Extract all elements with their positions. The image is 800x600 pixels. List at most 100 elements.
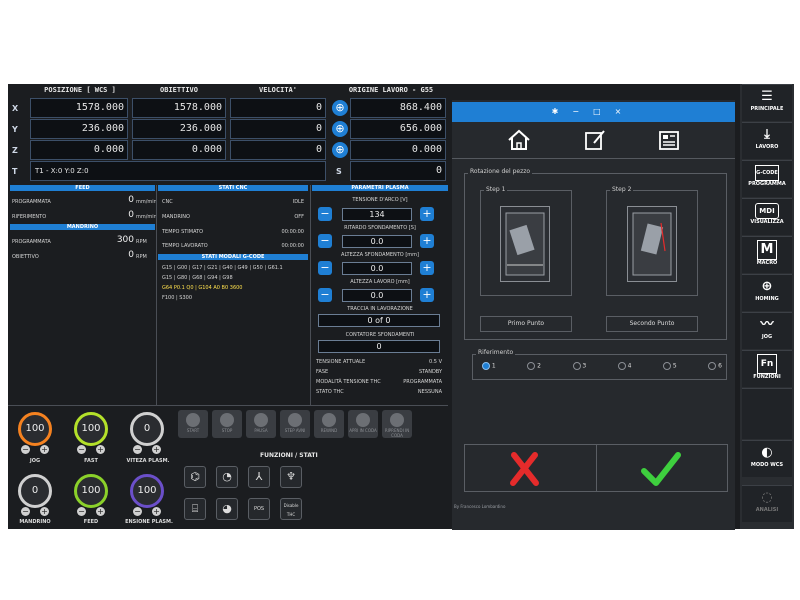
sidebar-lavoro[interactable]: ⤓ LAVORO — [742, 122, 792, 159]
dial-feed-minus[interactable]: − — [77, 507, 86, 516]
edit-icon[interactable] — [582, 128, 608, 152]
list-icon[interactable] — [656, 128, 682, 152]
sidebar-macro-label: MACRO — [756, 260, 778, 266]
dial-feed-label: FEED — [83, 519, 99, 525]
sidebar-empty — [742, 388, 792, 439]
dial-velocita-plasma-plus[interactable]: + — [152, 445, 161, 454]
sidebar-jog[interactable]: 〰 JOG — [742, 312, 792, 349]
dial-jog-label: JOG — [29, 458, 41, 464]
disable-thc-icon[interactable]: Disable THC — [280, 498, 302, 520]
gauge-icon[interactable]: ◔ — [216, 466, 238, 488]
dial-fast-plus[interactable]: + — [96, 445, 105, 454]
sidebar-principale[interactable]: ☰ PRINCIPALE — [742, 84, 792, 121]
sidebar-macro[interactable]: M MACRO — [742, 236, 792, 273]
dial-feed[interactable]: 100 — [74, 474, 108, 508]
pos-icon[interactable]: POS — [248, 498, 270, 520]
dialog-footer: By Francesco Lombardino — [454, 504, 506, 509]
riprendi-in-coda-button[interactable]: RIPRENDI IN CODA — [382, 410, 412, 438]
sidebar-homing[interactable]: ⊕ HOMING — [742, 274, 792, 311]
dial-jog[interactable]: 100 — [18, 412, 52, 446]
dial-velocita-plasma-label: VITEZA PLASM. — [126, 458, 170, 464]
rewind-button[interactable]: REWIND — [314, 410, 344, 438]
radio-2-label: 2 — [537, 362, 541, 370]
radio-5-label: 5 — [672, 362, 677, 370]
dial-mandrino-minus[interactable]: − — [21, 507, 30, 516]
radio-6[interactable]: 6 — [708, 362, 722, 372]
minimize-icon[interactable]: − — [572, 107, 593, 116]
step-button[interactable]: STEP AVNI — [280, 410, 310, 438]
dial-jog-plus[interactable]: + — [40, 445, 49, 454]
dial-velocita-plasma-minus[interactable]: − — [133, 445, 142, 454]
tool-icon[interactable]: ⌬ — [184, 466, 206, 488]
dial-tensione-plasma-plus[interactable]: + — [152, 507, 161, 516]
plasma-plus-0[interactable]: + — [420, 207, 434, 221]
plasma-value-2[interactable]: 0.0 — [342, 262, 412, 275]
radio-4[interactable]: 4 — [617, 362, 632, 372]
axis-label-z: Z — [12, 146, 18, 155]
origin-y: 656.000 — [350, 119, 446, 139]
plasma-value-3[interactable]: 0.0 — [342, 289, 412, 302]
sidebar-jog-label: JOG — [761, 334, 773, 340]
sidebar-funzioni[interactable]: Fn FUNZIONI — [742, 350, 792, 387]
plasma-minus-3[interactable]: − — [318, 288, 332, 302]
dial-velocita-plasma[interactable]: 0 — [130, 412, 164, 446]
traccia-label: TRACCIA IN LAVORAZIONE — [347, 306, 413, 312]
header-obiettivo: OBIETTIVO — [160, 86, 198, 94]
sidebar-modo-wcs[interactable]: ◐ MODO WCS — [742, 440, 792, 477]
rotazione-group-title: Rotazione del pezzo — [468, 168, 533, 175]
radio-2[interactable]: 2 — [527, 362, 541, 372]
probe-icon[interactable]: ⌸ — [184, 498, 206, 520]
plasma-minus-1[interactable]: − — [318, 234, 332, 248]
plasma-value-0[interactable]: 134 — [342, 208, 412, 221]
stop-button[interactable]: STOP — [212, 410, 242, 438]
pos-z: 0.000 — [30, 140, 128, 160]
start-button[interactable]: START — [178, 410, 208, 438]
radio-1[interactable]: 1 — [482, 362, 496, 372]
target-x: 1578.000 — [132, 98, 226, 118]
dial-jog-minus[interactable]: − — [21, 445, 30, 454]
dial-mandrino[interactable]: 0 — [18, 474, 52, 508]
plasma-minus-2[interactable]: − — [318, 261, 332, 275]
pause-button[interactable]: PAUSA — [246, 410, 276, 438]
plasma-value-1[interactable]: 0.0 — [342, 235, 412, 248]
sidebar-programma[interactable]: G-CODE PROGRAMMA — [742, 160, 792, 197]
radio-5[interactable]: 5 — [663, 362, 677, 372]
plasma-plus-3[interactable]: + — [420, 288, 434, 302]
reset-gauge-icon[interactable]: ◕ — [216, 498, 238, 520]
secondo-punto-button[interactable]: Secondo Punto — [606, 316, 698, 332]
settings-icon[interactable]: ✱ — [552, 107, 573, 116]
sidebar-analisi[interactable]: ◌ ANALISI — [742, 485, 792, 522]
stati-value-2: 00:00:00 — [281, 229, 304, 235]
mandrino-label-0: PROGRAMMATA — [12, 239, 51, 245]
maximize-icon[interactable]: □ — [593, 107, 615, 116]
primo-punto-button[interactable]: Primo Punto — [480, 316, 572, 332]
close-icon[interactable]: × — [615, 107, 636, 116]
apri-in-coda-button[interactable]: APRI IN CODA — [348, 410, 378, 438]
torch-icon[interactable]: ♆ — [280, 466, 302, 488]
dial-fast[interactable]: 100 — [74, 412, 108, 446]
plasma-plus-2[interactable]: + — [420, 261, 434, 275]
stati-value-3: 00:00:00 — [281, 243, 304, 249]
dial-tensione-plasma[interactable]: 100 — [130, 474, 164, 508]
tool-label: T — [12, 167, 18, 176]
set-origin-z-button[interactable]: ⊕ — [332, 142, 348, 158]
sidebar-visualizza[interactable]: MDI VISUALIZZA — [742, 198, 792, 235]
mandrino-unit-0: RPM — [136, 239, 147, 245]
axis-icon[interactable]: ⅄ — [248, 466, 270, 488]
dial-mandrino-plus[interactable]: + — [40, 507, 49, 516]
origin-z: 0.000 — [350, 140, 446, 160]
plasma-plus-1[interactable]: + — [420, 234, 434, 248]
home-icon[interactable] — [506, 128, 532, 152]
dial-tensione-plasma-minus[interactable]: − — [133, 507, 142, 516]
plasma-param-label-2: ALTEZZA SFONDAMENTO [mm] — [341, 252, 419, 258]
dial-feed-plus[interactable]: + — [96, 507, 105, 516]
dial-fast-minus[interactable]: − — [77, 445, 86, 454]
radio-3[interactable]: 3 — [572, 362, 586, 372]
cancel-button[interactable] — [504, 449, 544, 489]
plasma-status-label-0: TENSIONE ATTUALE — [316, 359, 366, 365]
set-origin-x-button[interactable]: ⊕ — [332, 100, 348, 116]
sidebar-programma-label: PROGRAMMA — [748, 181, 786, 187]
set-origin-y-button[interactable]: ⊕ — [332, 121, 348, 137]
plasma-minus-0[interactable]: − — [318, 207, 332, 221]
confirm-button[interactable] — [638, 449, 684, 489]
